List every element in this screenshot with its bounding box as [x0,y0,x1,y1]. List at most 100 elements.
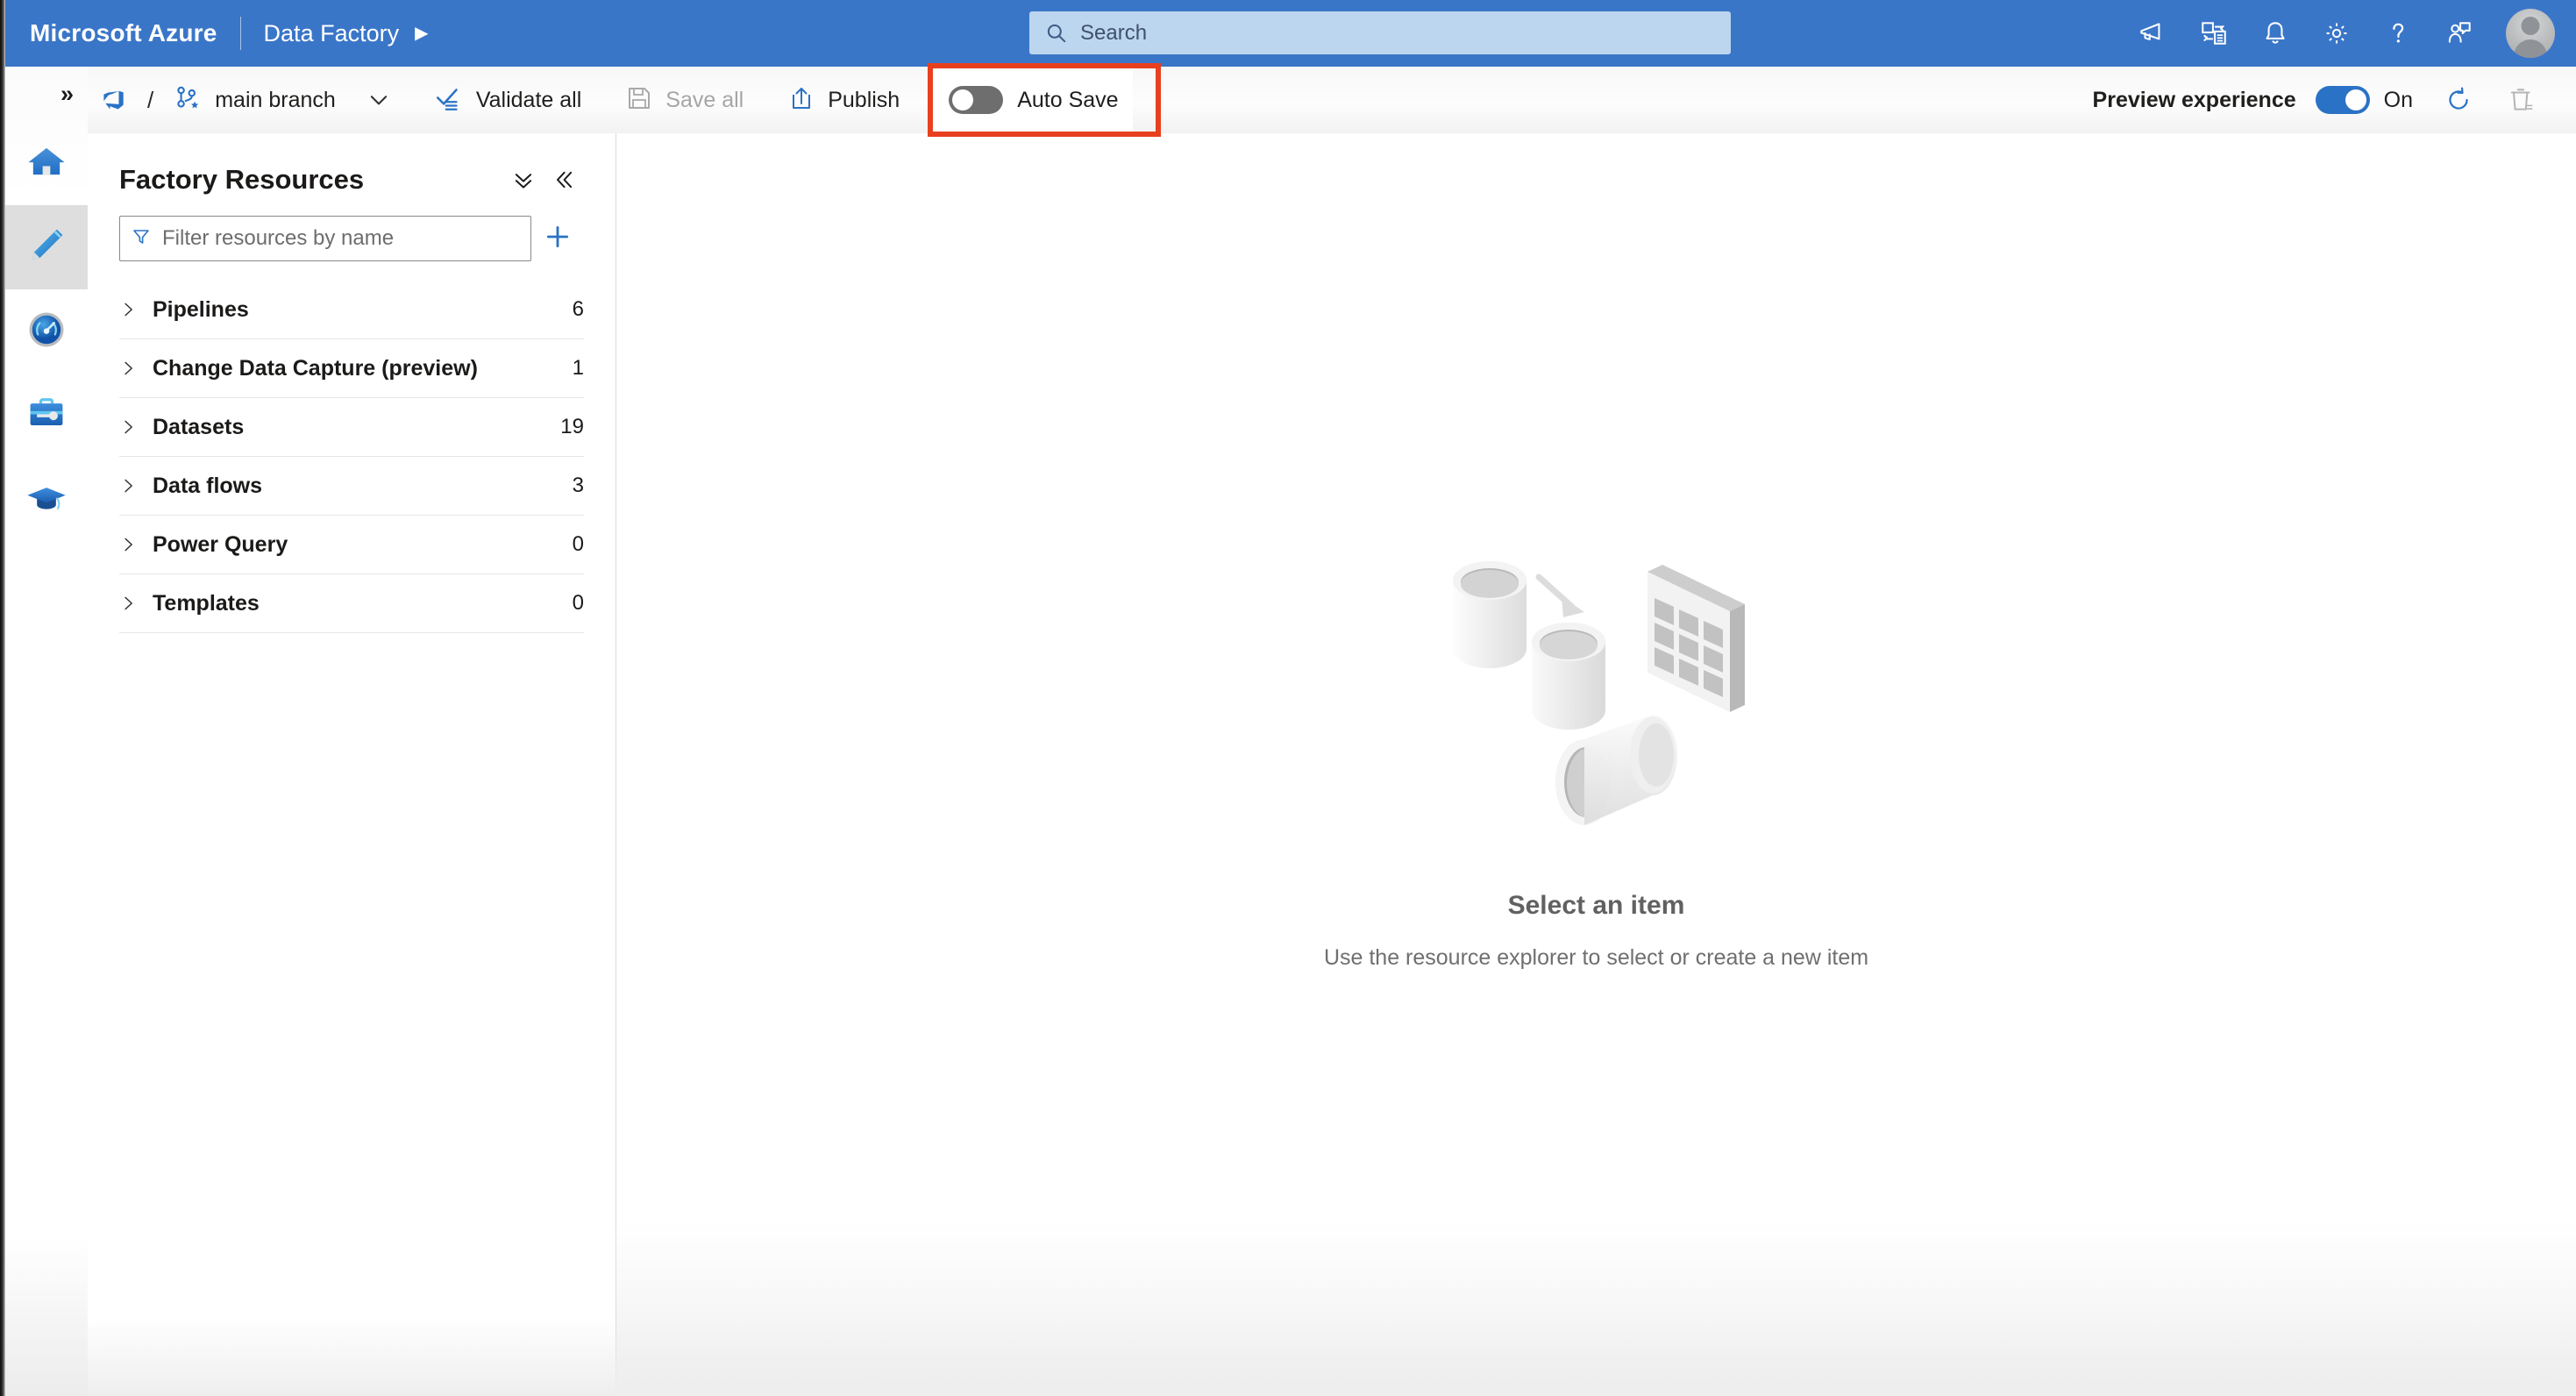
feedback-icon[interactable] [2429,0,2490,67]
tree-row-label: Pipelines [153,296,249,322]
tree-row-count: 6 [572,297,584,321]
avatar-head [2521,17,2540,35]
auto-save-toggle-knob [952,89,974,110]
user-avatar[interactable] [2506,9,2555,58]
add-resource-button[interactable] [531,216,584,261]
authoring-canvas: Select an item Use the resource explorer… [616,133,2576,1396]
tree-row-count: 3 [572,474,584,497]
double-chevron-down-icon[interactable] [503,160,544,200]
empty-state-title: Select an item [1507,891,1685,920]
factory-resource-tree: Pipelines 6 Change Data Capture (preview) 1… [88,261,616,633]
toolbar-right-group: Preview experience On [2093,67,2576,133]
cloud-shell-icon[interactable] [2183,0,2245,67]
header-divider [239,17,241,50]
tree-row-label: Datasets [153,414,245,439]
branch-star-icon [173,83,203,118]
sidebar-item-learning-center[interactable] [5,458,88,542]
factory-resources-header: Factory Resources [88,133,616,200]
service-name-data-factory[interactable]: Data Factory [264,20,400,47]
azure-devops-repo-button[interactable] [88,67,139,133]
preview-experience-state: On [2383,87,2413,112]
preview-experience-label: Preview experience [2092,87,2296,112]
announcements-icon[interactable] [2122,0,2183,67]
tree-row-data-flows[interactable]: Data flows 3 [119,457,584,516]
notifications-bell-icon[interactable] [2245,0,2306,67]
tree-row-label: Data flows [153,473,263,498]
header-icon-cluster [2122,0,2576,67]
auto-save-label: Auto Save [1017,87,1119,112]
tree-row-change-data-capture-preview[interactable]: Change Data Capture (preview) 1 [119,339,584,398]
tree-row-label: Power Query [153,531,288,557]
search-placeholder: Search [1080,20,1148,45]
preview-experience-toggle[interactable] [2315,86,2370,114]
publish-button[interactable]: Publish [777,67,910,133]
tree-row-power-query[interactable]: Power Query 0 [119,516,584,574]
toolbox-icon [24,391,69,441]
search-input[interactable]: Filter resources by name [119,216,531,261]
azure-brand[interactable]: Microsoft Azure [30,19,217,47]
tree-row-count: 0 [572,591,584,615]
table-grid-panel [1647,565,1745,712]
expand-chevron-right-icon[interactable] [119,360,153,377]
home-icon [24,139,69,189]
expand-chevron-right-icon[interactable] [119,595,153,612]
validate-all-label: Validate all [475,87,582,112]
plus-icon [543,222,573,256]
tree-row-templates[interactable]: Templates 0 [119,574,584,633]
settings-gear-icon[interactable] [2306,0,2367,67]
avatar-body [2514,39,2547,58]
azure-devops-icon [98,83,128,118]
sidebar-item-home[interactable] [5,121,88,205]
refresh-icon[interactable] [2427,67,2490,133]
filter-row: Filter resources by name [88,200,616,261]
sidebar-item-manage[interactable] [5,374,88,458]
expand-chevron-right-icon[interactable] [119,418,153,436]
service-caret-icon[interactable]: ▶ [415,25,428,42]
filter-placeholder: Filter resources by name [162,226,395,250]
tree-row-label: Templates [153,590,260,616]
publish-label: Publish [828,87,900,112]
pencil-icon [24,223,69,273]
pipe-connector [1555,715,1677,825]
save-floppy-icon [625,84,653,117]
tree-row-count: 19 [560,415,584,438]
expand-chevron-right-icon[interactable] [119,301,153,318]
factory-resources-panel: Factory Resources Filter resources by na… [88,133,616,1396]
tree-row-datasets[interactable]: Datasets 19 [119,398,584,457]
expand-chevron-right-icon[interactable] [119,536,153,553]
tree-row-pipelines[interactable]: Pipelines 6 [119,281,584,339]
tree-row-count: 1 [572,356,584,380]
branch-label: main branch [215,87,336,112]
expand-chevron-right-icon[interactable] [119,477,153,495]
filter-funnel-icon [131,226,152,252]
global-search-box[interactable]: Search [1029,11,1731,54]
double-chevron-left-icon[interactable] [544,160,584,200]
empty-state-subtitle: Use the resource explorer to select or c… [1323,945,1869,970]
save-all-label: Save all [665,87,744,112]
chevron-down-icon[interactable] [346,67,411,133]
tree-row-label: Change Data Capture (preview) [153,355,478,381]
database-cylinder-back [1452,561,1526,668]
publish-upload-icon [787,84,815,117]
save-all-button[interactable]: Save all [615,67,754,133]
database-cylinder-front [1531,623,1605,730]
flow-arrow-icon [1535,573,1584,617]
page-title: Factory Resources [119,164,365,195]
search-icon [1045,22,1068,45]
azure-global-header: Microsoft Azure Data Factory ▶ Search [5,0,2576,67]
branch-selector-button[interactable]: main branch [162,67,346,133]
help-question-icon[interactable] [2367,0,2429,67]
gauge-icon [24,307,69,357]
auto-save-toggle[interactable] [949,86,1004,114]
left-navigation-rail: » [5,67,89,1396]
discard-trash-icon[interactable] [2490,67,2553,133]
sidebar-item-author[interactable] [5,205,88,289]
tree-row-count: 0 [572,532,584,556]
auto-save-group: Auto Save [933,67,1133,133]
sidebar-item-monitor[interactable] [5,289,88,374]
validate-all-button[interactable]: Validate all [423,67,592,133]
validate-check-icon [434,83,464,118]
graduation-cap-icon [24,475,69,525]
expand-rail-button[interactable]: » [5,67,88,121]
git-branch-group: / main branch [88,67,411,133]
